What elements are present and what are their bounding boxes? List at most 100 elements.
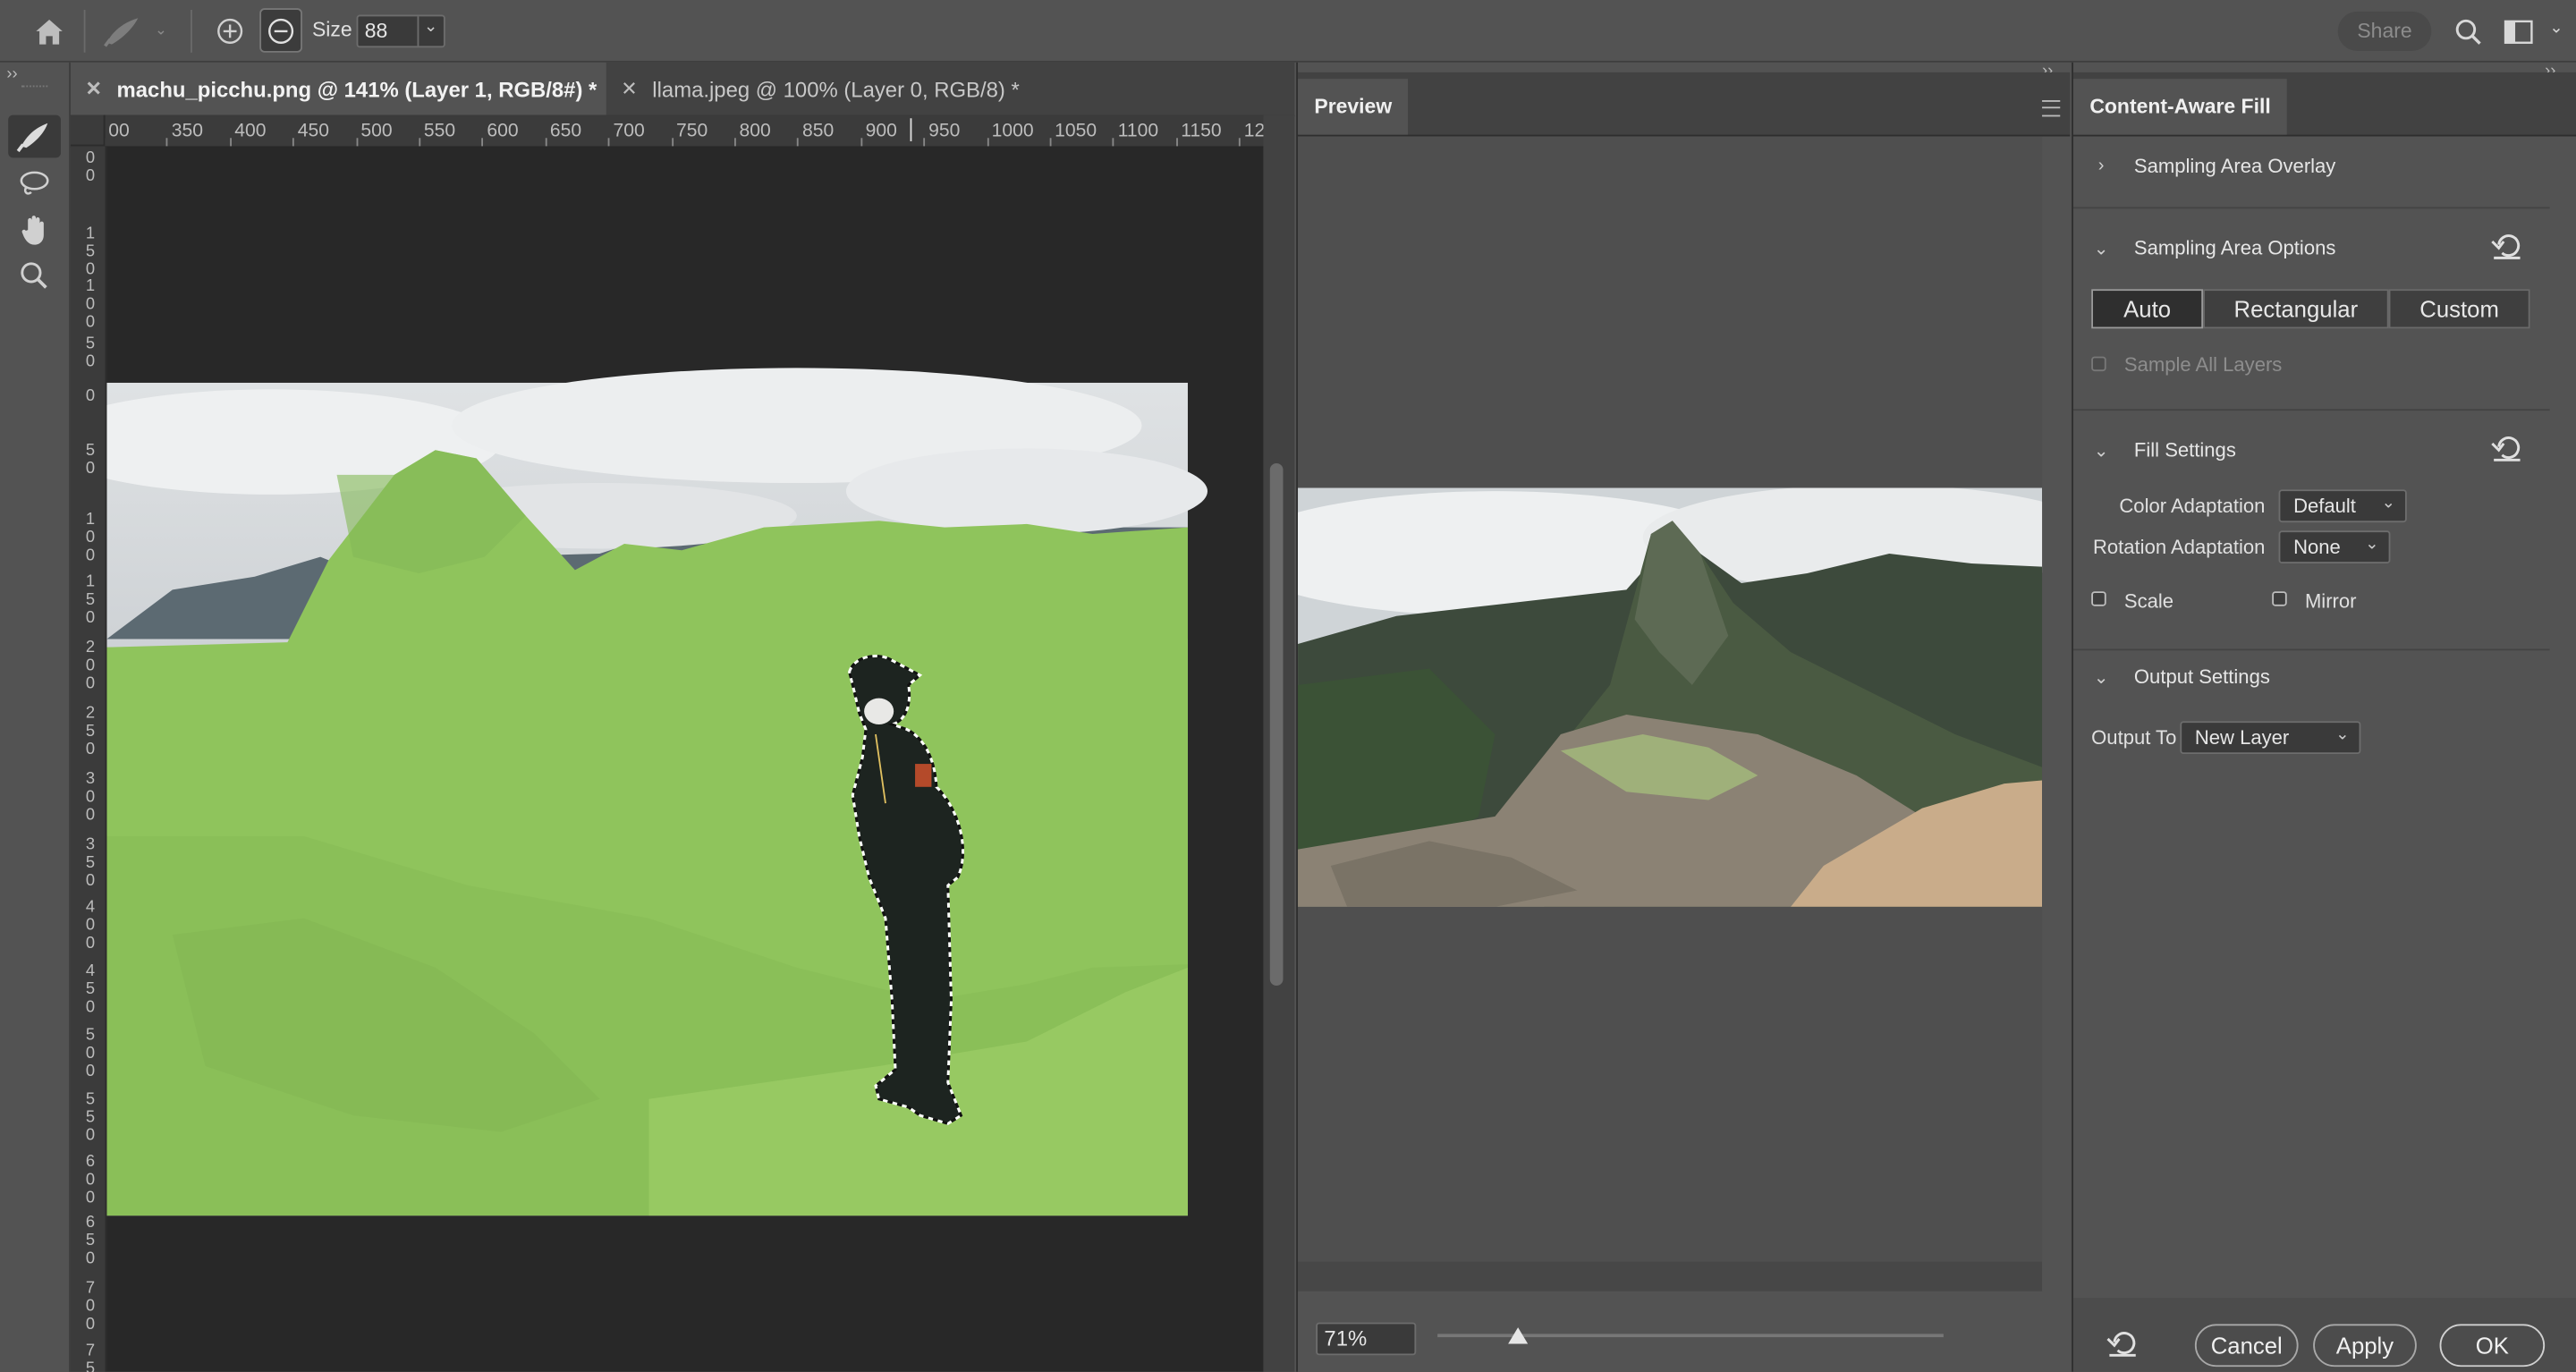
ruler-tick-label: 350 — [171, 121, 203, 141]
vertical-ruler: 0 01 5 01 0 05 005 01 0 01 5 02 0 02 5 0… — [70, 146, 107, 1372]
rotation-adaptation-select[interactable]: None ⌄ — [2278, 530, 2391, 563]
content-aware-fill-tab[interactable]: Content-Aware Fill — [2072, 79, 2288, 135]
share-button[interactable]: Share — [2337, 11, 2432, 51]
ruler-tick-label: 2 0 0 — [85, 639, 96, 694]
preview-viewport[interactable] — [1298, 136, 2043, 1262]
mode-custom-button[interactable]: Custom — [2388, 289, 2530, 329]
ruler-tick-label: 5 0 0 — [85, 1026, 96, 1081]
chevron-down-icon: ⌄ — [2093, 239, 2109, 259]
ruler-tick-label: 1 0 0 — [85, 511, 96, 565]
chevron-down-icon: ⌄ — [2381, 494, 2395, 513]
canvas-scrollbar[interactable] — [1263, 114, 1295, 1372]
sampling-area-overlay-section[interactable]: › Sampling Area Overlay — [2073, 153, 2576, 179]
output-to-select[interactable]: New Layer ⌄ — [2180, 721, 2361, 755]
ruler-tick-label: 0 0 — [85, 149, 96, 186]
ruler-tick-label: 6 5 0 — [85, 1214, 96, 1268]
zoom-slider-thumb[interactable] — [1508, 1327, 1529, 1344]
ruler-tick-label: 7 5 0 — [85, 1342, 96, 1372]
scale-label: Scale — [2123, 589, 2174, 614]
search-icon[interactable] — [2450, 13, 2486, 49]
home-icon[interactable] — [30, 13, 69, 49]
sample-all-layers-label: Sample All Layers — [2123, 352, 2283, 377]
ruler-tick-label: 2 5 0 — [85, 704, 96, 759]
sampling-brush-tool-icon[interactable] — [8, 114, 61, 158]
preview-image — [1298, 487, 2043, 907]
ruler-tick-label: 3 0 0 — [85, 770, 96, 826]
document-canvas[interactable] — [106, 146, 1264, 1372]
ruler-tick-label: 1100 — [1117, 121, 1159, 141]
ruler-tick-label: 1 5 0 — [85, 573, 96, 628]
ruler-tick-label: 900 — [865, 121, 897, 141]
chevron-down-icon[interactable]: ⌄ — [153, 20, 169, 39]
tab-label: machu_picchu.png @ 141% (Layer 1, RGB/8#… — [116, 76, 597, 101]
reset-icon[interactable] — [2490, 232, 2523, 265]
output-settings-section[interactable]: ⌄ Output Settings — [2073, 664, 2576, 690]
options-bar: ⌄ Size 88 ⌄ Share ⌄ — [0, 0, 2576, 63]
cancel-button[interactable]: Cancel — [2194, 1324, 2299, 1368]
chevron-down-icon[interactable]: ⌄ — [2546, 18, 2566, 38]
reset-icon[interactable] — [2490, 434, 2523, 467]
apply-button[interactable]: Apply — [2313, 1324, 2417, 1368]
ruler-tick-label: 3 5 0 — [85, 835, 96, 891]
ruler-tick-label: 7 0 0 — [85, 1279, 96, 1334]
subtract-from-sampling-icon[interactable] — [259, 8, 302, 53]
ruler-tick-label: 4 5 0 — [85, 962, 96, 1017]
preview-panel: ›› Preview 71% — [1296, 62, 2071, 1372]
close-icon[interactable]: ✕ — [621, 77, 637, 100]
document-tabs: ✕ machu_picchu.png @ 141% (Layer 1, RGB/… — [70, 62, 1295, 117]
scrollbar-thumb[interactable] — [1269, 462, 1284, 987]
ruler-tick-label: 850 — [802, 121, 835, 141]
zoom-tool-icon[interactable] — [13, 257, 56, 296]
ruler-tick-label: 4 0 0 — [85, 898, 96, 953]
add-to-sampling-icon[interactable] — [212, 13, 248, 49]
mode-rectangular-button[interactable]: Rectangular — [2203, 289, 2389, 329]
color-adaptation-label: Color Adaptation — [2119, 494, 2266, 518]
brush-tool-preset-icon[interactable] — [98, 12, 148, 51]
ruler-tick-label: 800 — [739, 121, 771, 141]
ruler-tick-label: 6 0 0 — [85, 1153, 96, 1207]
mirror-checkbox[interactable] — [2272, 591, 2287, 606]
reset-all-icon[interactable] — [2106, 1329, 2142, 1362]
lasso-tool-icon[interactable] — [13, 165, 56, 204]
ruler-tick-label: 1150 — [1181, 121, 1222, 141]
ruler-tick-label: 450 — [297, 121, 330, 141]
chevron-down-icon: ⌄ — [2335, 725, 2350, 745]
ruler-tick-label: 1 0 0 — [85, 277, 96, 333]
ruler-tick-label: 700 — [613, 121, 645, 141]
ruler-tick-label: 650 — [549, 121, 582, 141]
ruler-tick-label: 400 — [234, 121, 267, 141]
ruler-tick-label: 1 5 0 — [85, 224, 96, 280]
size-input[interactable]: 88 ⌄ — [356, 14, 445, 48]
hand-tool-icon[interactable] — [13, 210, 56, 250]
mode-auto-button[interactable]: Auto — [2091, 289, 2204, 329]
panel-menu-icon[interactable] — [2042, 100, 2061, 117]
ruler-tick-label: 00 — [108, 121, 130, 141]
tab-machu-picchu[interactable]: ✕ machu_picchu.png @ 141% (Layer 1, RGB/… — [70, 62, 606, 115]
tools-panel: ›› — [0, 62, 71, 1372]
ruler-tick-label: 950 — [928, 121, 961, 141]
chevron-down-icon: ⌄ — [2093, 441, 2109, 462]
sample-all-layers-checkbox[interactable] — [2091, 356, 2106, 372]
scale-checkbox[interactable] — [2091, 591, 2106, 606]
close-icon[interactable]: ✕ — [86, 77, 102, 100]
output-to-label: Output To — [2091, 725, 2177, 750]
color-adaptation-select[interactable]: Default ⌄ — [2278, 489, 2407, 523]
chevron-down-icon: ⌄ — [423, 18, 438, 37]
chevron-down-icon: ⌄ — [2093, 667, 2109, 688]
workspace-icon[interactable] — [2502, 15, 2535, 48]
ruler-tick-label: 1050 — [1055, 121, 1097, 141]
tab-label: llama.jpeg @ 100% (Layer 0, RGB/8) * — [652, 76, 1020, 101]
horizontal-ruler: 00 350 400 450 500 550 600 650 700 750 800 850 900 95… — [70, 114, 1286, 148]
ruler-tick-label: 550 — [423, 121, 456, 141]
ok-button[interactable]: OK — [2439, 1324, 2546, 1368]
ruler-tick-label: 0 — [85, 387, 96, 406]
chevron-right-icon: › — [2097, 156, 2105, 176]
zoom-input[interactable]: 71% — [1316, 1322, 1417, 1356]
chevron-down-icon: ⌄ — [2365, 535, 2379, 554]
rotation-adaptation-label: Rotation Adaptation — [2093, 535, 2266, 559]
preview-tab[interactable]: Preview — [1298, 79, 1409, 135]
expand-icon[interactable]: ›› — [6, 65, 17, 83]
ruler-tick-label: 600 — [487, 121, 519, 141]
tab-llama[interactable]: ✕ llama.jpeg @ 100% (Layer 0, RGB/8) * — [606, 63, 1099, 115]
ruler-tick-label: 5 0 — [85, 335, 96, 372]
